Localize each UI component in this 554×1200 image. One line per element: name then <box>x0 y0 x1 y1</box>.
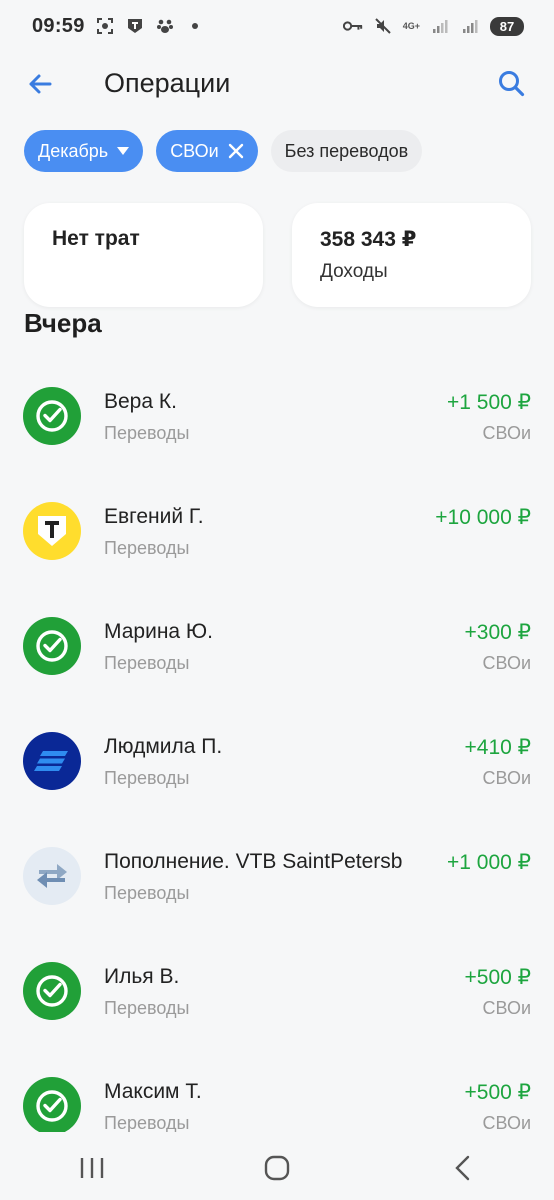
sber-icon <box>23 962 81 1020</box>
operation-amount: +500 ₽ <box>460 965 531 990</box>
search-button[interactable] <box>496 68 528 100</box>
operation-name: Марина Ю. <box>104 620 213 643</box>
operation-amount: +300 ₽ <box>460 620 531 645</box>
status-bar-left: 09:59 <box>32 15 205 38</box>
system-nav-bar <box>0 1136 554 1200</box>
operation-name: Вера К. <box>104 390 177 413</box>
paw-icon <box>155 16 175 36</box>
list-item[interactable]: Евгений Г. Переводы +10 000 ₽ <box>0 475 554 590</box>
filter-chip-label: СВОи <box>170 140 219 161</box>
operation-amount: +500 ₽ <box>460 1080 531 1105</box>
status-bar: 09:59 4G+ 87 <box>0 0 554 52</box>
income-value: 358 343 ₽ <box>320 228 417 251</box>
operation-category: Переводы <box>104 653 190 673</box>
chevron-down-icon <box>117 147 130 155</box>
filter-chip-no-transfers[interactable]: Без переводов <box>270 130 423 172</box>
dot-icon <box>185 16 205 36</box>
operation-name: Евгений Г. <box>104 505 204 528</box>
spending-card[interactable]: Нет трат <box>24 203 263 307</box>
sber-icon <box>23 1077 81 1132</box>
close-icon[interactable] <box>228 143 244 159</box>
chevron-left-icon <box>454 1155 469 1181</box>
home-icon <box>264 1155 290 1181</box>
key-icon <box>342 16 363 36</box>
operation-category: Переводы <box>104 538 190 558</box>
signal-icon-2 <box>460 16 480 36</box>
operation-category: Переводы <box>104 1113 190 1132</box>
summary-cards: Нет трат 358 343 ₽ Доходы <box>24 203 531 307</box>
operation-account: СВОи <box>482 768 531 788</box>
signal-icon-1 <box>430 16 450 36</box>
operation-account: СВОи <box>482 998 531 1018</box>
operation-category: Переводы <box>104 768 190 788</box>
operation-category: Переводы <box>104 883 190 903</box>
status-time: 09:59 <box>32 14 85 37</box>
operation-account: СВОи <box>482 423 531 443</box>
filter-chip-label: Без переводов <box>284 140 409 161</box>
page-title: Операции <box>104 68 231 98</box>
operation-name: Людмила П. <box>104 735 223 758</box>
system-back-button[interactable] <box>442 1148 482 1188</box>
back-button[interactable] <box>24 68 56 100</box>
operation-amount: +1 000 ₽ <box>442 850 531 875</box>
mute-icon <box>373 16 393 36</box>
spending-value: Нет трат <box>52 227 140 250</box>
operations-list: Вера К. Переводы +1 500 ₽ СВОи Евгений Г… <box>0 360 554 1132</box>
screenshot-icon <box>95 16 115 36</box>
search-icon <box>499 71 525 97</box>
network-type: 4G+ <box>402 20 420 31</box>
arrow-left-icon <box>29 74 52 94</box>
filter-chip-account[interactable]: СВОи <box>156 130 258 172</box>
tbank-icon <box>23 502 81 560</box>
income-card[interactable]: 358 343 ₽ Доходы <box>292 203 531 307</box>
sber-icon <box>23 617 81 675</box>
income-label: Доходы <box>320 261 388 282</box>
list-item[interactable]: Максим Т. Переводы +500 ₽ СВОи <box>0 1050 554 1132</box>
operation-category: Переводы <box>104 998 190 1018</box>
list-item[interactable]: Вера К. Переводы +1 500 ₽ СВОи <box>0 360 554 475</box>
operation-name: Пополнение. VTB SaintPetersb <box>104 850 403 873</box>
tbank-notification-icon <box>125 16 145 36</box>
filter-chips: Декабрь СВОи Без переводов <box>24 130 423 172</box>
recent-apps-icon <box>81 1158 104 1178</box>
battery-level: 87 <box>490 16 524 36</box>
operation-account: СВОи <box>482 653 531 673</box>
status-bar-right: 4G+ 87 <box>342 16 524 36</box>
operation-amount: +410 ₽ <box>460 735 531 760</box>
operation-account: СВОи <box>482 1113 531 1132</box>
transfer-arrows-icon <box>23 847 81 905</box>
list-item[interactable]: Пополнение. VTB SaintPetersb Переводы +1… <box>0 820 554 935</box>
home-button[interactable] <box>257 1148 297 1188</box>
filter-chip-month[interactable]: Декабрь <box>24 130 144 172</box>
operation-amount: +10 000 ₽ <box>431 505 531 530</box>
operation-category: Переводы <box>104 423 190 443</box>
list-item[interactable]: Илья В. Переводы +500 ₽ СВОи <box>0 935 554 1050</box>
sber-icon <box>23 387 81 445</box>
recent-apps-button[interactable] <box>72 1148 112 1188</box>
list-item[interactable]: Марина Ю. Переводы +300 ₽ СВОи <box>0 590 554 705</box>
top-app-bar: Операции <box>0 62 554 106</box>
operation-amount: +1 500 ₽ <box>442 390 531 415</box>
list-item[interactable]: Людмила П. Переводы +410 ₽ СВОи <box>0 705 554 820</box>
operation-name: Максим Т. <box>104 1080 202 1103</box>
date-section-title: Вчера <box>24 308 102 338</box>
filter-chip-label: Декабрь <box>38 140 109 161</box>
operation-name: Илья В. <box>104 965 180 988</box>
vtb-icon <box>23 732 81 790</box>
